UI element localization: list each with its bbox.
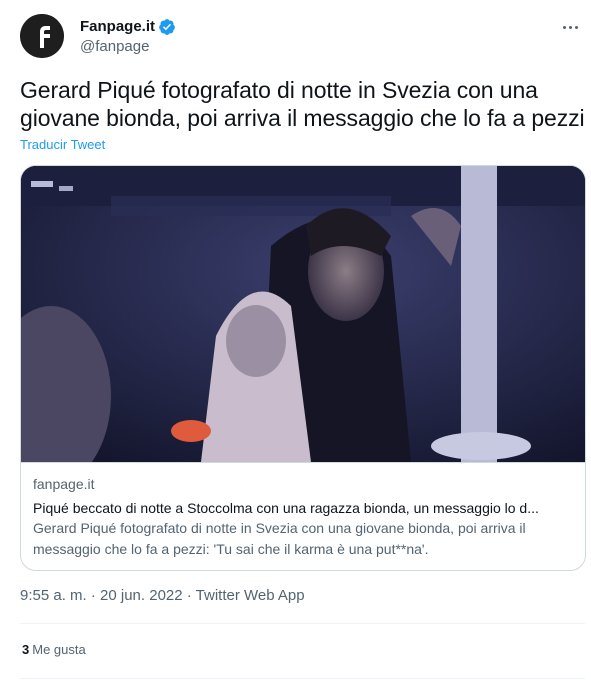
link-card-domain: fanpage.it: [33, 476, 95, 492]
display-name[interactable]: Fanpage.it: [80, 17, 155, 37]
account-handle[interactable]: @fanpage: [80, 37, 176, 57]
likes-label: Me gusta: [32, 642, 86, 657]
tweet-timestamp[interactable]: 9:55 a. m. · 20 jun. 2022 · Twitter Web …: [20, 587, 305, 604]
divider: [20, 678, 585, 679]
avatar[interactable]: [20, 14, 64, 58]
tweet-text: Gerard Piqué fotografato di notte in Sve…: [20, 77, 585, 131]
fanpage-logo-icon: [20, 14, 64, 58]
divider: [20, 623, 585, 624]
news-photo: [21, 166, 585, 462]
link-card-title: Piqué beccato di notte a Stoccolma con u…: [33, 500, 539, 516]
more-options-button[interactable]: [559, 16, 581, 38]
likes-stat[interactable]: 3 Me gusta: [22, 642, 86, 657]
more-dot: [568, 25, 572, 29]
link-card-description: Gerard Piqué fotografato di notte in Sve…: [33, 520, 526, 557]
link-card-body[interactable]: fanpage.it Piqué beccato di notte a Stoc…: [21, 462, 585, 570]
more-dot: [562, 25, 566, 29]
link-card-image[interactable]: [21, 166, 585, 462]
likes-count: 3: [22, 642, 30, 657]
tweet-header: Fanpage.it @fanpage: [20, 14, 585, 62]
translate-tweet-link[interactable]: Traducir Tweet: [20, 137, 105, 152]
link-card[interactable]: fanpage.it Piqué beccato di notte a Stoc…: [20, 165, 586, 571]
verified-badge-icon: [159, 19, 175, 35]
more-dot: [574, 25, 578, 29]
account-info: Fanpage.it @fanpage: [80, 17, 176, 57]
display-name-row[interactable]: Fanpage.it: [80, 17, 176, 37]
